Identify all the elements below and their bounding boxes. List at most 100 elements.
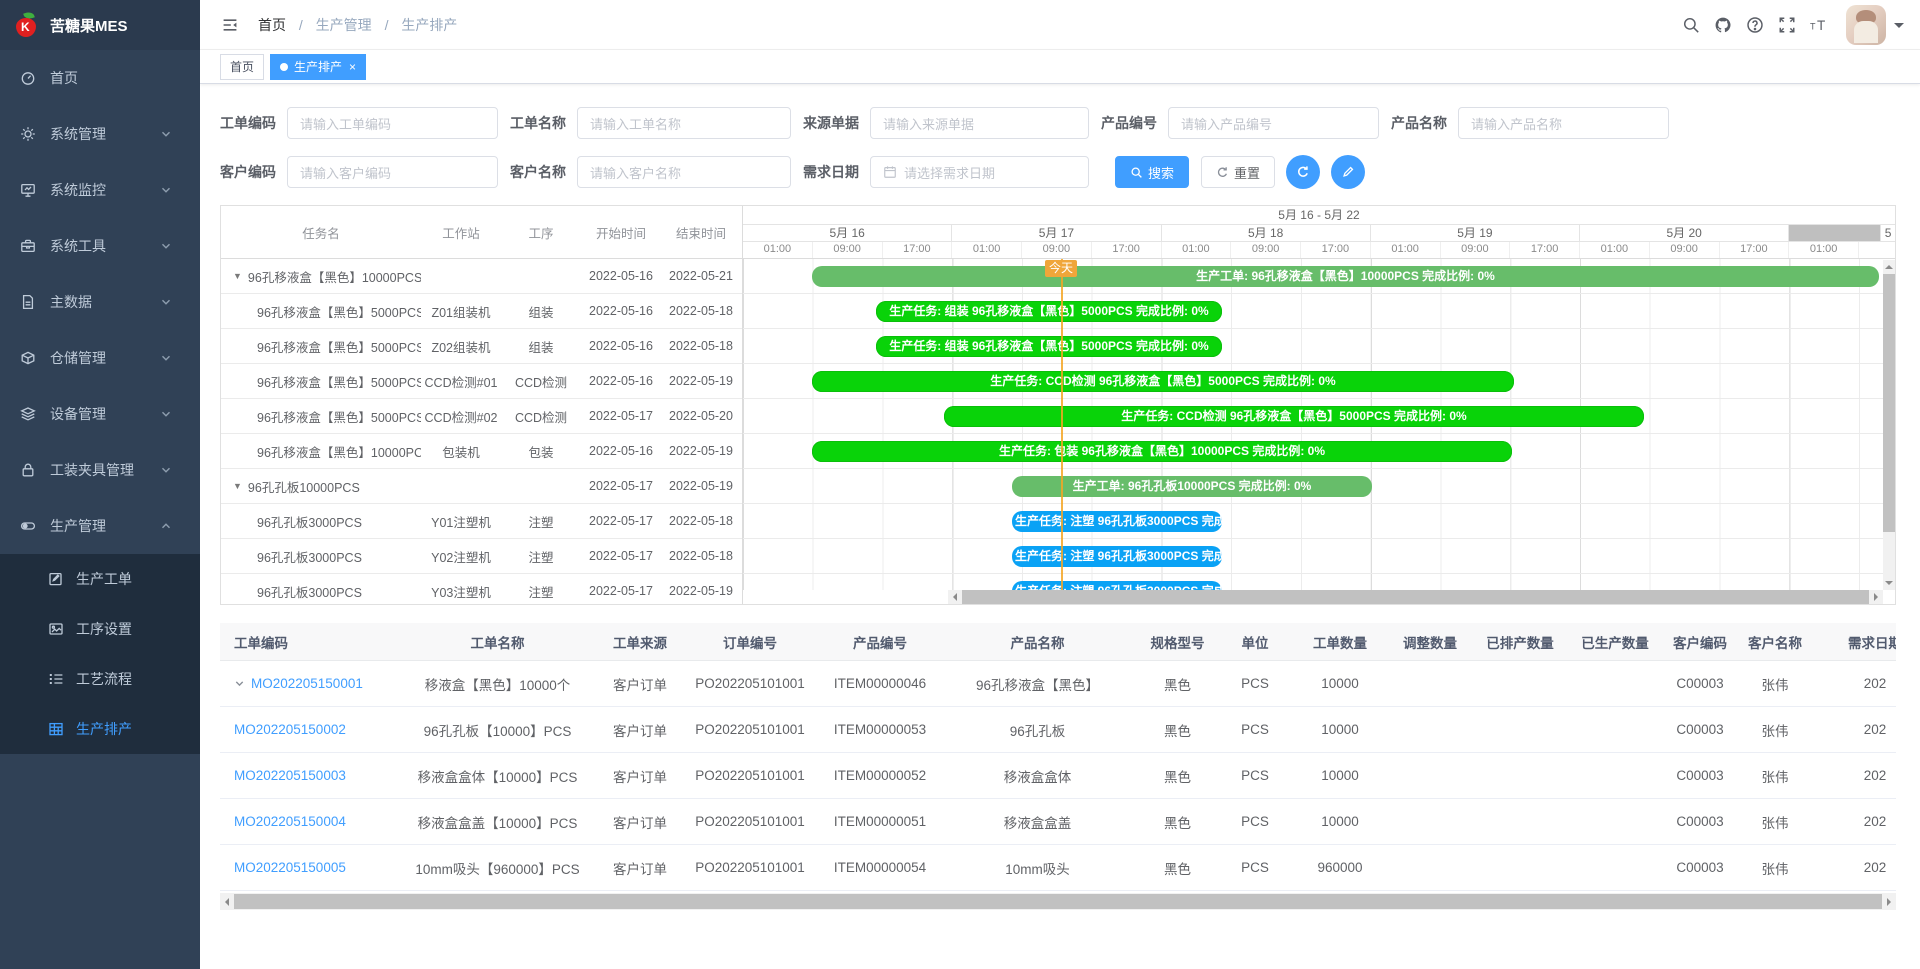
sidebar-item-首页[interactable]: 首页 [0, 50, 200, 106]
search-icon[interactable] [1676, 10, 1706, 40]
sidebar-subitem-工艺流程[interactable]: 工艺流程 [0, 654, 200, 704]
工单名称-input[interactable]: 请输入工单名称 [577, 107, 791, 139]
产品编号-input[interactable]: 请输入产品编号 [1168, 107, 1379, 139]
sidebar-item-仓储管理[interactable]: 仓储管理 [0, 330, 200, 386]
gantt-bar-task[interactable]: 生产任务: 组装 96孔移液盒【黑色】5000PCS 完成比例: 0% [876, 301, 1222, 322]
scroll-left-arrow-icon[interactable] [948, 590, 962, 604]
collapse-triangle-icon[interactable]: ▼ [233, 271, 242, 281]
gantt-vertical-scrollbar[interactable] [1883, 260, 1895, 590]
gantt-bar-workorder[interactable]: 生产工单: 96孔移液盒【黑色】10000PCS 完成比例: 0% [812, 266, 1879, 287]
caret-down-icon[interactable] [1894, 23, 1904, 33]
客户编码-input[interactable]: 请输入客户编码 [287, 156, 498, 188]
gantt-bar-task[interactable]: 生产任务: CCD检测 96孔移液盒【黑色】5000PCS 完成比例: 0% [812, 371, 1514, 392]
sidebar-item-系统监控[interactable]: 系统监控 [0, 162, 200, 218]
gantt-task-row[interactable]: 96孔孔板3000PCSY01注塑机注塑2022-05-172022-05-18 [221, 504, 742, 539]
sidebar-toggle-icon[interactable] [220, 15, 240, 35]
sidebar-item-设备管理[interactable]: 设备管理 [0, 386, 200, 442]
gantt-task-row[interactable]: 96孔移液盒【黑色】5000PCSZ01组装机组装2022-05-162022-… [221, 294, 742, 329]
collapse-triangle-icon[interactable]: ▼ [233, 481, 242, 491]
scroll-up-arrow-icon[interactable] [1882, 260, 1896, 274]
table-column-产品名称: 产品名称 [935, 632, 1140, 652]
gantt-task-row[interactable]: 96孔移液盒【黑色】5000PCSZ02组装机组装2022-05-162022-… [221, 329, 742, 364]
table-cell: 10000 [1295, 676, 1385, 691]
产品名称-input[interactable]: 请输入产品名称 [1458, 107, 1669, 139]
gantt-bar-task[interactable]: 生产任务: 注塑 96孔孔板3000PCS 完成比例: 0% [1012, 581, 1222, 590]
sidebar-item-系统工具[interactable]: 系统工具 [0, 218, 200, 274]
sidebar-item-生产管理[interactable]: 生产管理 [0, 498, 200, 554]
task-start: 2022-05-17 [581, 409, 661, 423]
sidebar-item-工装夹具管理[interactable]: 工装夹具管理 [0, 442, 200, 498]
gantt-task-row[interactable]: 96孔移液盒【黑色】5000PCSCCD检测#01CCD检测2022-05-16… [221, 364, 742, 399]
gantt-bar-workorder[interactable]: 生产工单: 96孔孔板10000PCS 完成比例: 0% [1012, 476, 1372, 497]
breadcrumb-production[interactable]: 生产管理 [316, 17, 372, 33]
table-cell: 96孔孔板 [935, 720, 1140, 740]
scroll-down-arrow-icon[interactable] [1882, 576, 1896, 590]
edit-schedule-button[interactable] [1331, 155, 1365, 189]
sidebar-subitem-生产工单[interactable]: 生产工单 [0, 554, 200, 604]
task-workstation: Y01注塑机 [421, 512, 501, 531]
search-button[interactable]: 搜索 [1115, 156, 1189, 188]
workorder-code-link[interactable]: MO202205150001 [251, 676, 363, 691]
calendar-icon [883, 165, 897, 179]
tab-首页[interactable]: 首页 [220, 54, 264, 80]
fullscreen-icon[interactable] [1772, 10, 1802, 40]
sidebar-submenu: 生产工单工序设置工艺流程生产排产 [0, 554, 200, 754]
task-process: 注塑 [501, 582, 581, 601]
scrollbar-thumb[interactable] [1883, 274, 1895, 532]
table-cell: 96孔孔板【10000】PCS [390, 720, 605, 740]
table-column-工单名称: 工单名称 [390, 632, 605, 652]
reset-button[interactable]: 重置 [1201, 156, 1275, 188]
客户名称-input[interactable]: 请输入客户名称 [577, 156, 791, 188]
close-tab-icon[interactable]: × [349, 60, 356, 74]
table-column-调整数量: 调整数量 [1385, 632, 1475, 652]
scrollbar-thumb[interactable] [962, 590, 1869, 604]
scroll-right-arrow-icon[interactable] [1882, 895, 1896, 909]
workorder-code-link[interactable]: MO202205150005 [234, 860, 346, 875]
app-logo[interactable]: K 苦糖果MES [0, 0, 200, 50]
expand-row-icon[interactable] [234, 678, 245, 689]
gantt-bar-task[interactable]: 生产任务: 组装 96孔移液盒【黑色】5000PCS 完成比例: 0% [876, 336, 1222, 357]
scrollbar-thumb[interactable] [234, 894, 1882, 909]
gantt-bar-task[interactable]: 生产任务: 包装 96孔移液盒【黑色】10000PCS 完成比例: 0% [812, 441, 1512, 462]
workorder-code-link[interactable]: MO202205150002 [234, 722, 346, 737]
tab-生产排产[interactable]: 生产排产× [270, 54, 366, 80]
gantt-task-row[interactable]: ▼96孔移液盒【黑色】10000PCS2022-05-162022-05-21 [221, 259, 742, 294]
sidebar-menu: 首页系统管理系统监控系统工具主数据仓储管理设备管理工装夹具管理生产管理生产工单工… [0, 50, 200, 754]
table-cell: 客户订单 [605, 720, 675, 740]
gantt-bar-task[interactable]: 生产任务: CCD检测 96孔移液盒【黑色】5000PCS 完成比例: 0% [944, 406, 1644, 427]
sidebar-item-系统管理[interactable]: 系统管理 [0, 106, 200, 162]
gantt-task-row[interactable]: 96孔孔板3000PCSY02注塑机注塑2022-05-172022-05-18 [221, 539, 742, 574]
task-process: CCD检测 [501, 407, 581, 426]
sidebar-subitem-工序设置[interactable]: 工序设置 [0, 604, 200, 654]
scroll-right-arrow-icon[interactable] [1869, 590, 1883, 604]
gantt-timeline-header: 5月 16 - 5月 22 5月 165月 175月 185月 195月 205… [743, 206, 1895, 259]
gantt-task-row[interactable]: 96孔移液盒【黑色】5000PCSCCD检测#02CCD检测2022-05-17… [221, 399, 742, 434]
fontsize-icon[interactable]: TT [1804, 10, 1834, 40]
refresh-gantt-button[interactable] [1286, 155, 1320, 189]
sidebar-item-主数据[interactable]: 主数据 [0, 274, 200, 330]
github-icon[interactable] [1708, 10, 1738, 40]
task-end: 2022-05-18 [661, 339, 741, 353]
user-avatar[interactable] [1846, 5, 1886, 45]
task-name: 96孔孔板3000PCS [221, 547, 421, 566]
help-icon[interactable] [1740, 10, 1770, 40]
workorder-code-link[interactable]: MO202205150004 [234, 814, 346, 829]
layers-icon [20, 406, 36, 422]
来源单据-input[interactable]: 请输入来源单据 [870, 107, 1089, 139]
gantt-task-row[interactable]: 96孔移液盒【黑色】10000PCS包装机包装2022-05-162022-05… [221, 434, 742, 469]
gantt-bar-task[interactable]: 生产任务: 注塑 96孔孔板3000PCS 完成比例: 0% [1012, 511, 1222, 532]
gantt-task-row[interactable]: 96孔孔板3000PCSY03注塑机注塑2022-05-172022-05-19 [221, 574, 742, 605]
workorder-code-link[interactable]: MO202205150003 [234, 768, 346, 783]
gantt-task-row[interactable]: ▼96孔孔板10000PCS2022-05-172022-05-19 [221, 469, 742, 504]
sidebar-subitem-生产排产[interactable]: 生产排产 [0, 704, 200, 754]
gantt-day-label: 5月 20 [1580, 225, 1789, 241]
gantt-horizontal-scrollbar[interactable] [948, 590, 1883, 604]
scroll-left-arrow-icon[interactable] [220, 895, 234, 909]
svg-text:T: T [1810, 21, 1816, 31]
breadcrumb-home[interactable]: 首页 [258, 17, 286, 33]
table-horizontal-scrollbar[interactable] [220, 893, 1896, 910]
table-column-产品编号: 产品编号 [825, 632, 935, 652]
gantt-bar-task[interactable]: 生产任务: 注塑 96孔孔板3000PCS 完成比例: 0% [1012, 546, 1222, 567]
需求日期-input[interactable]: 请选择需求日期 [870, 156, 1089, 188]
工单编码-input[interactable]: 请输入工单编码 [287, 107, 498, 139]
